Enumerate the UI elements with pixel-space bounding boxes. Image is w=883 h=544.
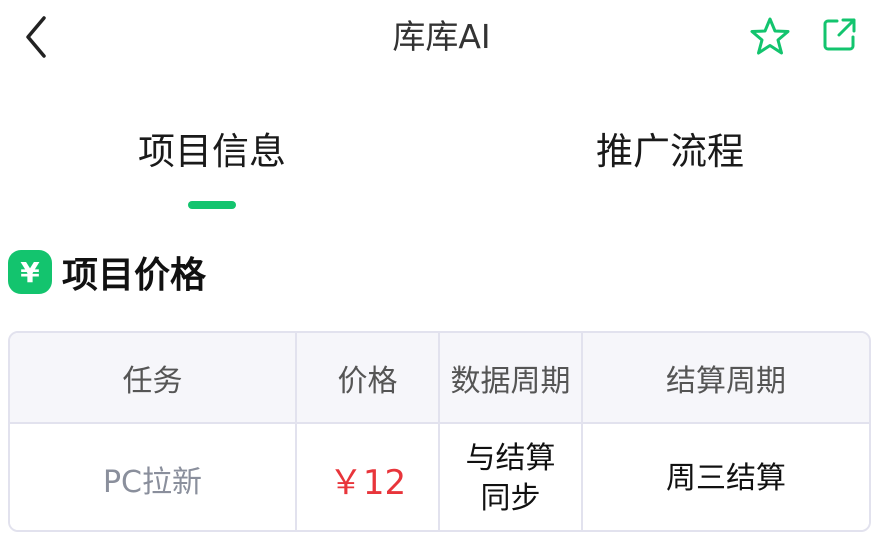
header-task: 任务 (10, 333, 297, 422)
price-cell: ￥12 (297, 424, 440, 530)
section-header: ¥ 项目价格 (8, 246, 206, 298)
yen-icon: ¥ (8, 250, 52, 294)
table-row: PC拉新 ￥12 与结算同步 周三结算 (10, 424, 869, 530)
star-outline-icon (750, 17, 790, 55)
tab-promotion-flow[interactable]: 推广流程 (568, 126, 772, 178)
header-settle-cycle: 结算周期 (666, 363, 786, 399)
section-title: 项目价格 (62, 255, 207, 296)
external-link-icon (823, 18, 856, 51)
data-cycle-cell: 与结算同步 (440, 424, 583, 530)
active-tab-indicator (188, 201, 236, 209)
header-price: 价格 (297, 333, 440, 422)
favorite-button[interactable] (750, 16, 790, 56)
price-table: 任务 价格 数据周期 结算周期 PC拉新 ￥12 与结算同步 周三结算 (8, 331, 871, 532)
settle-cycle-cell: 周三结算 (666, 461, 786, 496)
share-button[interactable] (822, 16, 858, 52)
task-cell: PC拉新 (10, 424, 297, 530)
tab-project-info[interactable]: 项目信息 (110, 126, 314, 178)
top-bar: 库库AI (0, 0, 883, 80)
header-data-cycle: 数据周期 (440, 333, 583, 422)
table-header-row: 任务 价格 数据周期 结算周期 (10, 333, 869, 424)
